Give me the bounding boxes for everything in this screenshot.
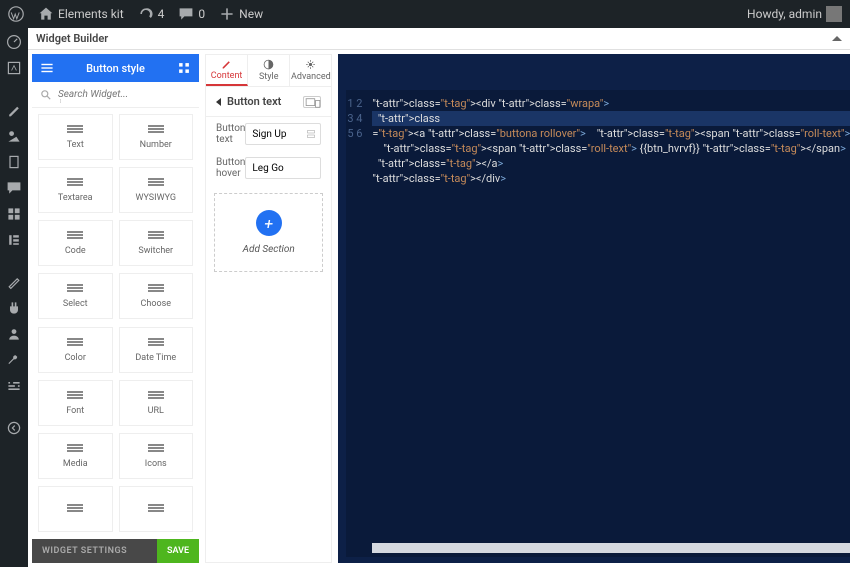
button-text-input[interactable] [245, 123, 321, 145]
add-section-button[interactable]: + [256, 210, 282, 236]
kit-icon[interactable] [6, 60, 22, 76]
wp-sidebar [0, 28, 28, 567]
collapse-icon[interactable] [6, 420, 22, 436]
search-input[interactable] [58, 89, 191, 100]
appearance-icon[interactable] [6, 274, 22, 290]
widget-wysiwyg[interactable]: WYSIWYG [119, 167, 194, 213]
widget-icons[interactable]: Icons [119, 433, 194, 479]
dashboard-icon[interactable] [6, 34, 22, 50]
code-editor[interactable]: 1 2 3 4 5 6 "t-attr">class="t-tag"><div … [346, 90, 850, 557]
search-icon [40, 89, 52, 101]
widget-settings-label[interactable]: WIDGET SETTINGS [42, 546, 127, 556]
wp-logo[interactable] [8, 6, 24, 22]
widgets-panel: Button style TextNumberTextareaWYSIWYGCo… [32, 54, 199, 563]
controls-tabs: Content Style Advanced [206, 55, 331, 87]
save-button[interactable]: SAVE [157, 539, 199, 563]
add-section[interactable]: + Add Section [214, 193, 323, 272]
tab-advanced[interactable]: Advanced [290, 55, 331, 86]
users-icon[interactable] [6, 326, 22, 342]
widget-color[interactable]: Color [38, 327, 113, 373]
updates[interactable]: 4 [138, 6, 165, 22]
widget-choose[interactable]: Choose [119, 273, 194, 319]
widget-url[interactable]: URL [119, 380, 194, 426]
main-area: Widget Builder Button style TextNumberTe… [28, 28, 850, 567]
grid-icon[interactable] [177, 61, 191, 75]
collapse-panel-icon[interactable] [832, 36, 842, 41]
elementor-icon[interactable] [6, 232, 22, 248]
templates-icon[interactable] [6, 206, 22, 222]
row-button-text: Button text [206, 117, 331, 151]
posts-icon[interactable] [6, 102, 22, 118]
site-link[interactable]: Elements kit [38, 6, 124, 22]
code-tabs: HTML CSS JavaScript CSS/JS Includes [338, 54, 850, 90]
tab-content[interactable]: Content [206, 55, 248, 86]
comments[interactable]: 0 [178, 6, 205, 22]
widget-date-time[interactable]: Date Time [119, 327, 194, 373]
widget-font[interactable]: Font [38, 380, 113, 426]
widgets-panel-header: Button style [32, 54, 199, 82]
chevron-down-icon [216, 98, 221, 106]
widget-partial[interactable] [38, 486, 113, 532]
button-hover-input[interactable] [245, 157, 321, 179]
menu-icon[interactable] [40, 61, 54, 75]
controls-panel: Content Style Advanced Button text Butto… [205, 54, 332, 563]
new-content[interactable]: New [219, 6, 263, 22]
howdy[interactable]: Howdy, admin [747, 6, 842, 22]
media-icon[interactable] [6, 128, 22, 144]
widget-text[interactable]: Text [38, 114, 113, 160]
row-button-hover: Button hover [206, 151, 331, 185]
wp-admin-bar: Elements kit 4 0 New Howdy, admin [0, 0, 850, 28]
settings-icon[interactable] [6, 378, 22, 394]
search-row [32, 82, 199, 108]
panel-title: Button style [86, 62, 145, 75]
widget-partial[interactable] [119, 486, 194, 532]
code-source[interactable]: "t-attr">class="t-tag"><div "t-attr">cla… [368, 90, 850, 557]
tools-icon[interactable] [6, 352, 22, 368]
widget-builder-title: Widget Builder [36, 32, 108, 45]
widget-media[interactable]: Media [38, 433, 113, 479]
widget-grid: TextNumberTextareaWYSIWYGCodeSwitcherSel… [32, 108, 199, 539]
comments-icon[interactable] [6, 180, 22, 196]
section-button-text[interactable]: Button text [206, 87, 331, 117]
gutter: 1 2 3 4 5 6 [346, 90, 368, 557]
widget-textarea[interactable]: Textarea [38, 167, 113, 213]
widget-select[interactable]: Select [38, 273, 113, 319]
pages-icon[interactable] [6, 154, 22, 170]
responsive-toggle-icon[interactable] [303, 96, 321, 108]
widget-number[interactable]: Number [119, 114, 194, 160]
panel-footer: WIDGET SETTINGS SAVE [32, 539, 199, 563]
text-cursor-icon [60, 95, 61, 107]
code-panel: HTML CSS JavaScript CSS/JS Includes 1 2 … [338, 54, 850, 563]
widget-switcher[interactable]: Switcher [119, 220, 194, 266]
tab-style[interactable]: Style [248, 55, 290, 86]
plugins-icon[interactable] [6, 300, 22, 316]
horizontal-scrollbar[interactable] [372, 543, 850, 553]
widget-builder-header: Widget Builder [28, 28, 850, 50]
widget-code[interactable]: Code [38, 220, 113, 266]
